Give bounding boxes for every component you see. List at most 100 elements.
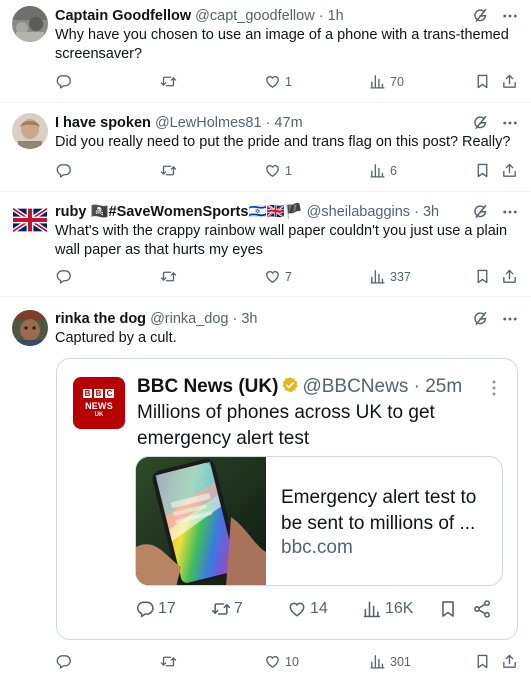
share-icon bbox=[501, 653, 518, 670]
handle[interactable]: @LewHolmes81 bbox=[155, 115, 262, 131]
display-name[interactable]: rinka the dog bbox=[55, 311, 146, 327]
views-button[interactable]: 301 bbox=[369, 653, 411, 670]
handle[interactable]: @capt_goodfellow bbox=[195, 8, 315, 24]
view-count: 16K bbox=[385, 600, 414, 617]
grok-icon[interactable] bbox=[471, 114, 489, 132]
views-icon bbox=[369, 162, 386, 179]
reply-button[interactable] bbox=[55, 268, 76, 285]
like-button[interactable]: 7 bbox=[264, 268, 292, 285]
quoted-views-button[interactable]: 16K bbox=[362, 599, 413, 619]
bookmark-icon bbox=[474, 73, 491, 90]
grok-icon[interactable] bbox=[471, 203, 489, 221]
repost-button[interactable] bbox=[160, 162, 181, 179]
bookmark-button[interactable] bbox=[474, 73, 491, 90]
repost-icon bbox=[160, 268, 177, 285]
verified-badge-icon bbox=[282, 377, 299, 393]
tweet-text: Why have you chosen to use an image of a… bbox=[55, 27, 509, 62]
handle[interactable]: @rinka_dog bbox=[150, 311, 228, 327]
share-icon bbox=[501, 162, 518, 179]
quoted-timestamp[interactable]: · 25m bbox=[414, 376, 463, 397]
grok-icon[interactable] bbox=[471, 7, 489, 25]
bookmark-icon bbox=[474, 653, 491, 670]
repost-icon bbox=[160, 73, 177, 90]
bookmark-button[interactable] bbox=[474, 268, 491, 285]
link-preview-domain: bbc.com bbox=[281, 537, 353, 558]
share-button[interactable] bbox=[501, 162, 518, 179]
like-button[interactable]: 1 bbox=[264, 73, 292, 90]
display-name[interactable]: ruby 🏴‍☠️#SaveWomenSports🇮🇱🇬🇧🏴 bbox=[55, 204, 303, 220]
bookmark-button[interactable] bbox=[474, 653, 491, 670]
quoted-tweet[interactable]: B B C NEWS UK BBC News (UK) @BBCNews · 25… bbox=[56, 358, 518, 640]
display-name[interactable]: Captain Goodfellow bbox=[55, 8, 191, 24]
repost-icon bbox=[211, 599, 231, 619]
bookmark-button[interactable] bbox=[474, 162, 491, 179]
share-button[interactable] bbox=[501, 268, 518, 285]
timestamp[interactable]: · 3h bbox=[233, 311, 258, 327]
timestamp[interactable]: · 1h bbox=[319, 8, 344, 24]
reply-button[interactable] bbox=[55, 73, 76, 90]
bbc-news-avatar[interactable]: B B C NEWS UK bbox=[73, 377, 125, 429]
reply-button[interactable] bbox=[55, 162, 76, 179]
quoted-handle[interactable]: @BBCNews bbox=[302, 376, 408, 397]
quoted-bookmark-button[interactable] bbox=[438, 599, 458, 619]
action-bar: 1 6 bbox=[55, 162, 519, 182]
tweet-text: What's with the crappy rainbow wall pape… bbox=[55, 223, 508, 258]
views-icon bbox=[369, 73, 386, 90]
handle[interactable]: @sheilabaggins bbox=[307, 204, 410, 220]
reply-icon bbox=[55, 162, 72, 179]
repost-button[interactable] bbox=[160, 73, 181, 90]
like-icon bbox=[264, 653, 281, 670]
avatar[interactable] bbox=[12, 310, 48, 346]
more-icon[interactable] bbox=[501, 114, 519, 132]
like-button[interactable]: 10 bbox=[264, 653, 299, 670]
quoted-display-name[interactable]: BBC News (UK) bbox=[137, 376, 278, 397]
reply-count: 17 bbox=[158, 600, 176, 617]
share-icon bbox=[501, 268, 518, 285]
tweet-2[interactable]: I have spoken @LewHolmes81 · 47m Did you… bbox=[0, 103, 531, 191]
views-button[interactable]: 337 bbox=[369, 268, 411, 285]
more-icon[interactable] bbox=[501, 310, 519, 328]
repost-button[interactable] bbox=[160, 268, 181, 285]
views-button[interactable]: 6 bbox=[369, 162, 397, 179]
tweet-3[interactable]: ruby 🏴‍☠️#SaveWomenSports🇮🇱🇬🇧🏴 @sheilaba… bbox=[0, 192, 531, 296]
repost-icon bbox=[160, 162, 177, 179]
views-icon bbox=[369, 653, 386, 670]
reply-icon bbox=[55, 73, 72, 90]
avatar[interactable] bbox=[13, 208, 47, 232]
quoted-like-button[interactable]: 14 bbox=[287, 599, 328, 619]
quoted-text: Millions of phones across UK to get emer… bbox=[137, 402, 435, 449]
tweet-header: ruby 🏴‍☠️#SaveWomenSports🇮🇱🇬🇧🏴 @sheilaba… bbox=[55, 202, 519, 222]
reply-icon bbox=[55, 268, 72, 285]
view-count: 337 bbox=[390, 269, 411, 284]
tweet-1[interactable]: Captain Goodfellow @capt_goodfellow · 1h… bbox=[0, 0, 531, 102]
quoted-reply-button[interactable]: 17 bbox=[135, 599, 176, 619]
tweet-header-icons bbox=[471, 203, 519, 221]
more-icon[interactable] bbox=[501, 203, 519, 221]
like-button[interactable]: 1 bbox=[264, 162, 292, 179]
link-preview-card[interactable]: Emergency alert test to be sent to milli… bbox=[135, 456, 503, 586]
quoted-repost-button[interactable]: 7 bbox=[211, 599, 243, 619]
more-icon[interactable] bbox=[501, 7, 519, 25]
grok-icon[interactable] bbox=[471, 310, 489, 328]
tweet-header-icons bbox=[471, 114, 519, 132]
avatar[interactable] bbox=[12, 113, 48, 149]
more-vertical-icon[interactable] bbox=[491, 379, 497, 397]
share-button[interactable] bbox=[501, 653, 518, 670]
repost-button[interactable] bbox=[160, 653, 181, 670]
views-icon bbox=[369, 268, 386, 285]
views-button[interactable]: 70 bbox=[369, 73, 404, 90]
link-preview-title: Emergency alert test to be sent to milli… bbox=[281, 487, 477, 534]
share-button[interactable] bbox=[501, 73, 518, 90]
timestamp[interactable]: · 47m bbox=[266, 115, 303, 131]
timestamp[interactable]: · 3h bbox=[414, 204, 439, 220]
avatar[interactable] bbox=[12, 6, 48, 42]
action-bar: 1 70 bbox=[55, 73, 519, 93]
like-icon bbox=[264, 268, 281, 285]
views-icon bbox=[362, 599, 382, 619]
like-count: 14 bbox=[310, 600, 328, 617]
bookmark-icon bbox=[438, 599, 458, 619]
display-name[interactable]: I have spoken bbox=[55, 115, 151, 131]
quoted-share-button[interactable] bbox=[472, 599, 492, 619]
reply-button[interactable] bbox=[55, 653, 76, 670]
share-icon bbox=[501, 73, 518, 90]
